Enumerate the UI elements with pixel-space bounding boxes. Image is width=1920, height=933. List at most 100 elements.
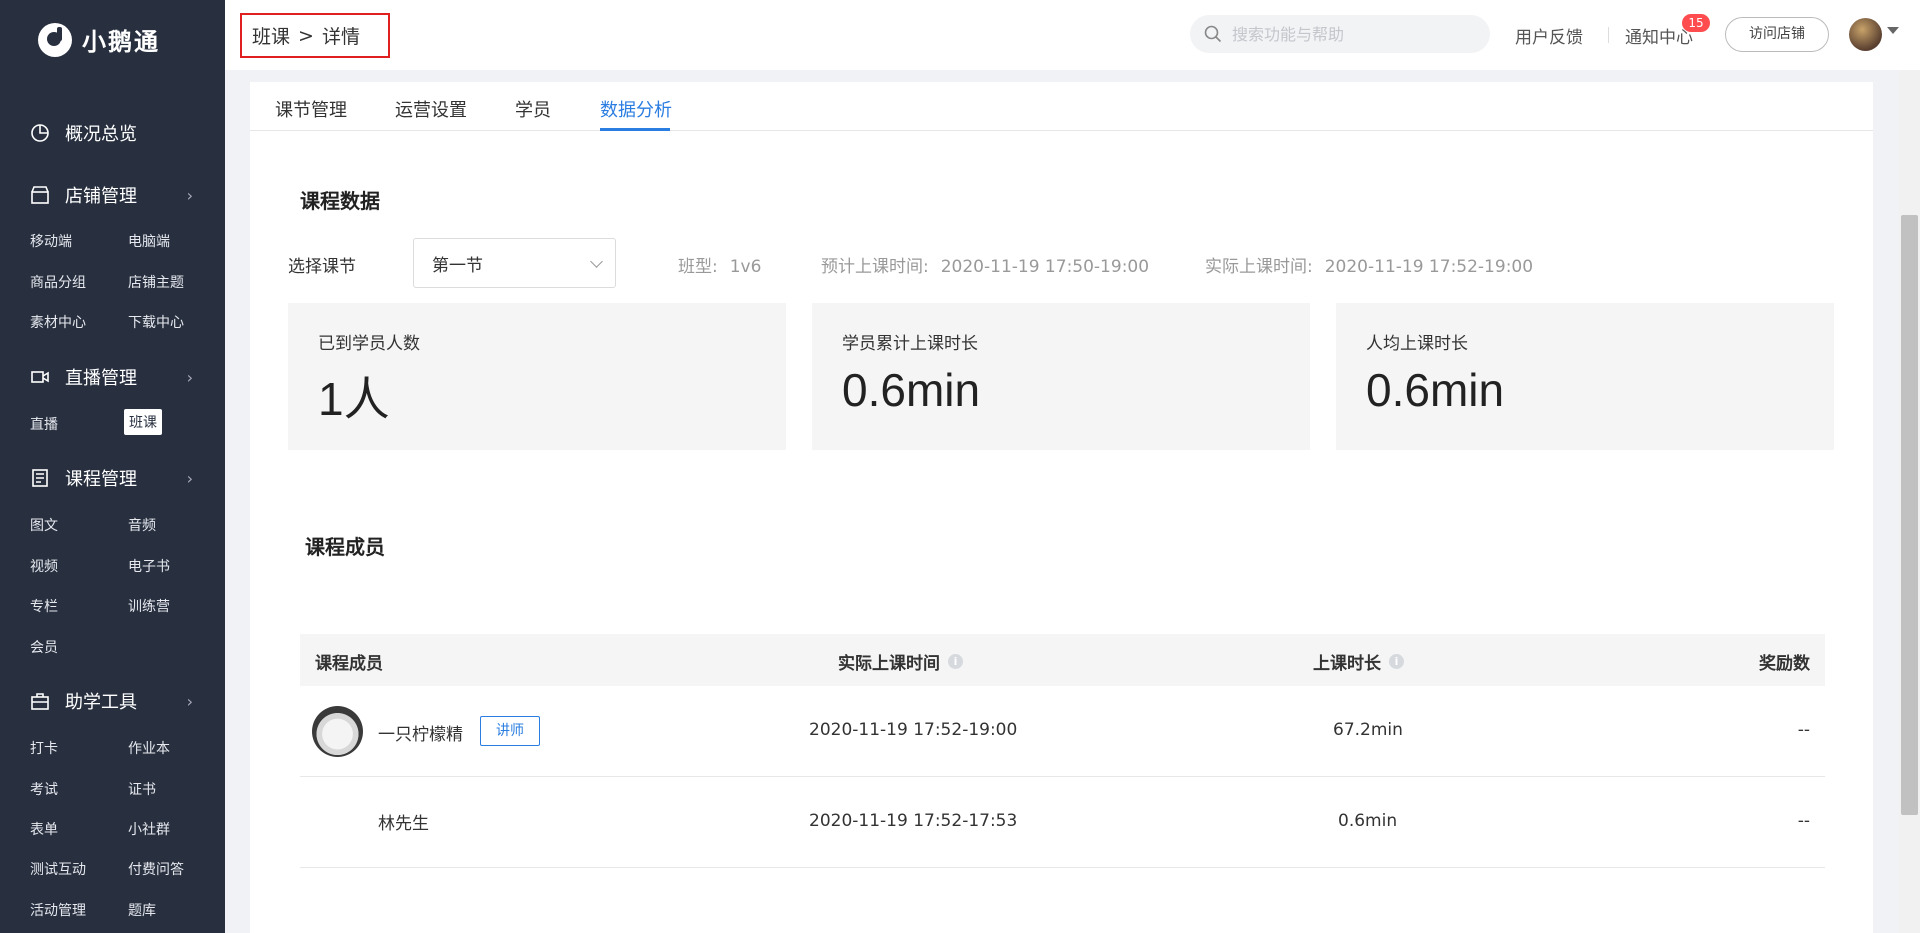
sidebar-item-quiz[interactable]: 测试互动 — [30, 859, 86, 879]
sidebar-item-material[interactable]: 素材中心 — [30, 312, 86, 332]
logo[interactable]: 小鹅通 — [38, 22, 160, 57]
nav-course[interactable]: 课程管理 › — [0, 463, 225, 493]
member-duration: 67.2min — [1333, 720, 1403, 740]
chevron-down-icon — [590, 255, 603, 268]
sidebar-item-homework[interactable]: 作业本 — [128, 738, 170, 758]
actual-time-value: 2020-11-19 17:52-19:00 — [1324, 257, 1534, 277]
member-reward: -- — [1797, 811, 1810, 831]
tab-students[interactable]: 学员 — [515, 96, 551, 122]
search-box[interactable] — [1190, 15, 1490, 53]
nav-live-label: 直播管理 — [65, 368, 137, 389]
main-panel: 课节管理 运营设置 学员 数据分析 课程数据 选择课节 第一节 班型: 1v6 预… — [250, 82, 1873, 933]
sidebar-item-article[interactable]: 图文 — [30, 515, 58, 535]
col-reward: 奖励数 — [1759, 654, 1810, 674]
stat-card-avg-duration: 人均上课时长 0.6min — [1336, 303, 1834, 450]
nav-overview[interactable]: 概况总览 — [0, 118, 225, 148]
tab-lesson-management[interactable]: 课节管理 — [275, 96, 347, 122]
search-input[interactable] — [1232, 24, 1472, 44]
col-duration-label: 上课时长 — [1313, 654, 1381, 674]
nav-tools[interactable]: 助学工具 › — [0, 686, 225, 716]
actual-time-label: 实际上课时间: — [1205, 257, 1313, 277]
sidebar-item-camp[interactable]: 训练营 — [128, 596, 170, 616]
sidebar-item-store-theme[interactable]: 店铺主题 — [128, 272, 184, 292]
sidebar-item-certificate[interactable]: 证书 — [128, 779, 156, 799]
chevron-right-icon: › — [186, 185, 193, 205]
sidebar-item-activity[interactable]: 活动管理 — [30, 900, 86, 920]
table-header: 课程成员 实际上课时间 i 上课时长 i 奖励数 — [300, 634, 1825, 686]
sidebar-item-pc[interactable]: 电脑端 — [128, 231, 170, 251]
feedback-link[interactable]: 用户反馈 — [1515, 23, 1583, 48]
stat-value: 0.6min — [842, 364, 981, 416]
breadcrumb-current: 详情 — [321, 26, 360, 48]
scrollbar-thumb[interactable] — [1901, 215, 1918, 815]
sidebar-item-class[interactable]: 班课 — [124, 409, 162, 435]
divider — [1608, 27, 1609, 43]
sidebar-item-video[interactable]: 视频 — [30, 556, 58, 576]
sidebar-item-ebook[interactable]: 电子书 — [128, 556, 170, 576]
chevron-right-icon: › — [186, 468, 193, 488]
member-reward: -- — [1797, 720, 1810, 740]
nav-store-label: 店铺管理 — [65, 186, 137, 207]
member-time: 2020-11-19 17:52-17:53 — [809, 811, 1018, 831]
class-type: 班型: 1v6 — [678, 252, 761, 277]
course-data-title: 课程数据 — [300, 189, 380, 213]
search-icon — [1204, 25, 1222, 43]
sidebar-item-exam[interactable]: 考试 — [30, 779, 58, 799]
sidebar-item-form[interactable]: 表单 — [30, 819, 58, 839]
sidebar-item-member[interactable]: 会员 — [30, 637, 58, 657]
info-icon[interactable]: i — [1389, 654, 1404, 669]
sidebar-item-checkin[interactable]: 打卡 — [30, 738, 58, 758]
col-actual-time: 实际上课时间 i — [838, 649, 963, 674]
chevron-right-icon: › — [186, 367, 193, 387]
member-duration: 0.6min — [1338, 811, 1398, 831]
tab-operation-settings[interactable]: 运营设置 — [395, 96, 467, 122]
info-icon[interactable]: i — [948, 654, 963, 669]
member-name: 一只柠檬精 — [378, 725, 463, 745]
planned-time-label: 预计上课时间: — [821, 257, 929, 277]
col-duration: 上课时长 i — [1313, 649, 1404, 674]
member-name: 林先生 — [378, 814, 429, 834]
nav-store[interactable]: 店铺管理 › — [0, 180, 225, 210]
chevron-right-icon: › — [186, 691, 193, 711]
lesson-select-label: 选择课节 — [288, 257, 356, 277]
tab-bar: 课节管理 运营设置 学员 数据分析 — [250, 82, 1873, 131]
breadcrumb-parent[interactable]: 班课 — [252, 22, 290, 49]
caret-down-icon[interactable] — [1887, 27, 1899, 34]
lesson-select[interactable]: 第一节 — [413, 238, 616, 288]
sidebar-item-mobile[interactable]: 移动端 — [30, 231, 72, 251]
sidebar: 小鹅通 概况总览 店铺管理 › 移动端 电脑端 商品分组 店铺主题 素材中心 下… — [0, 0, 225, 933]
sidebar-item-product-group[interactable]: 商品分组 — [30, 272, 86, 292]
actual-time: 实际上课时间: 2020-11-19 17:52-19:00 — [1205, 252, 1533, 277]
top-bar: 班课 > 详情 用户反馈 通知中心 15 访问店铺 — [225, 0, 1920, 70]
stat-label: 学员累计上课时长 — [842, 334, 978, 354]
pie-chart-icon — [31, 124, 49, 142]
sidebar-item-audio[interactable]: 音频 — [128, 515, 156, 535]
sidebar-item-column[interactable]: 专栏 — [30, 596, 58, 616]
tab-data-analysis[interactable]: 数据分析 — [600, 96, 672, 122]
col-actual-time-label: 实际上课时间 — [838, 654, 940, 674]
stat-value: 1人 — [318, 373, 390, 425]
nav-live[interactable]: 直播管理 › — [0, 362, 225, 392]
active-tab-indicator — [600, 128, 670, 131]
nav-course-label: 课程管理 — [65, 469, 137, 490]
col-member: 课程成员 — [315, 654, 383, 674]
sidebar-item-download[interactable]: 下载中心 — [128, 312, 184, 332]
nav-overview-label: 概况总览 — [65, 124, 137, 145]
member-avatar — [312, 706, 363, 757]
planned-time-value: 2020-11-19 17:50-19:00 — [940, 257, 1150, 277]
sidebar-item-question-bank[interactable]: 题库 — [128, 900, 156, 920]
notice-count-badge: 15 — [1682, 14, 1710, 32]
stat-card-total-duration: 学员累计上课时长 0.6min — [812, 303, 1310, 450]
sidebar-item-community[interactable]: 小社群 — [128, 819, 170, 839]
toolbox-icon — [31, 693, 49, 710]
role-tag: 讲师 — [480, 716, 540, 746]
sidebar-item-live[interactable]: 直播 — [30, 414, 58, 434]
sidebar-item-paid-qa[interactable]: 付费问答 — [128, 859, 184, 879]
members-title: 课程成员 — [305, 535, 385, 559]
visit-store-button[interactable]: 访问店铺 — [1725, 17, 1829, 52]
table-row: 林先生 2020-11-19 17:52-17:53 0.6min -- — [300, 777, 1825, 868]
user-avatar[interactable] — [1849, 18, 1882, 51]
class-type-value: 1v6 — [729, 257, 762, 277]
video-camera-icon — [31, 371, 49, 383]
stat-label: 人均上课时长 — [1366, 334, 1468, 354]
